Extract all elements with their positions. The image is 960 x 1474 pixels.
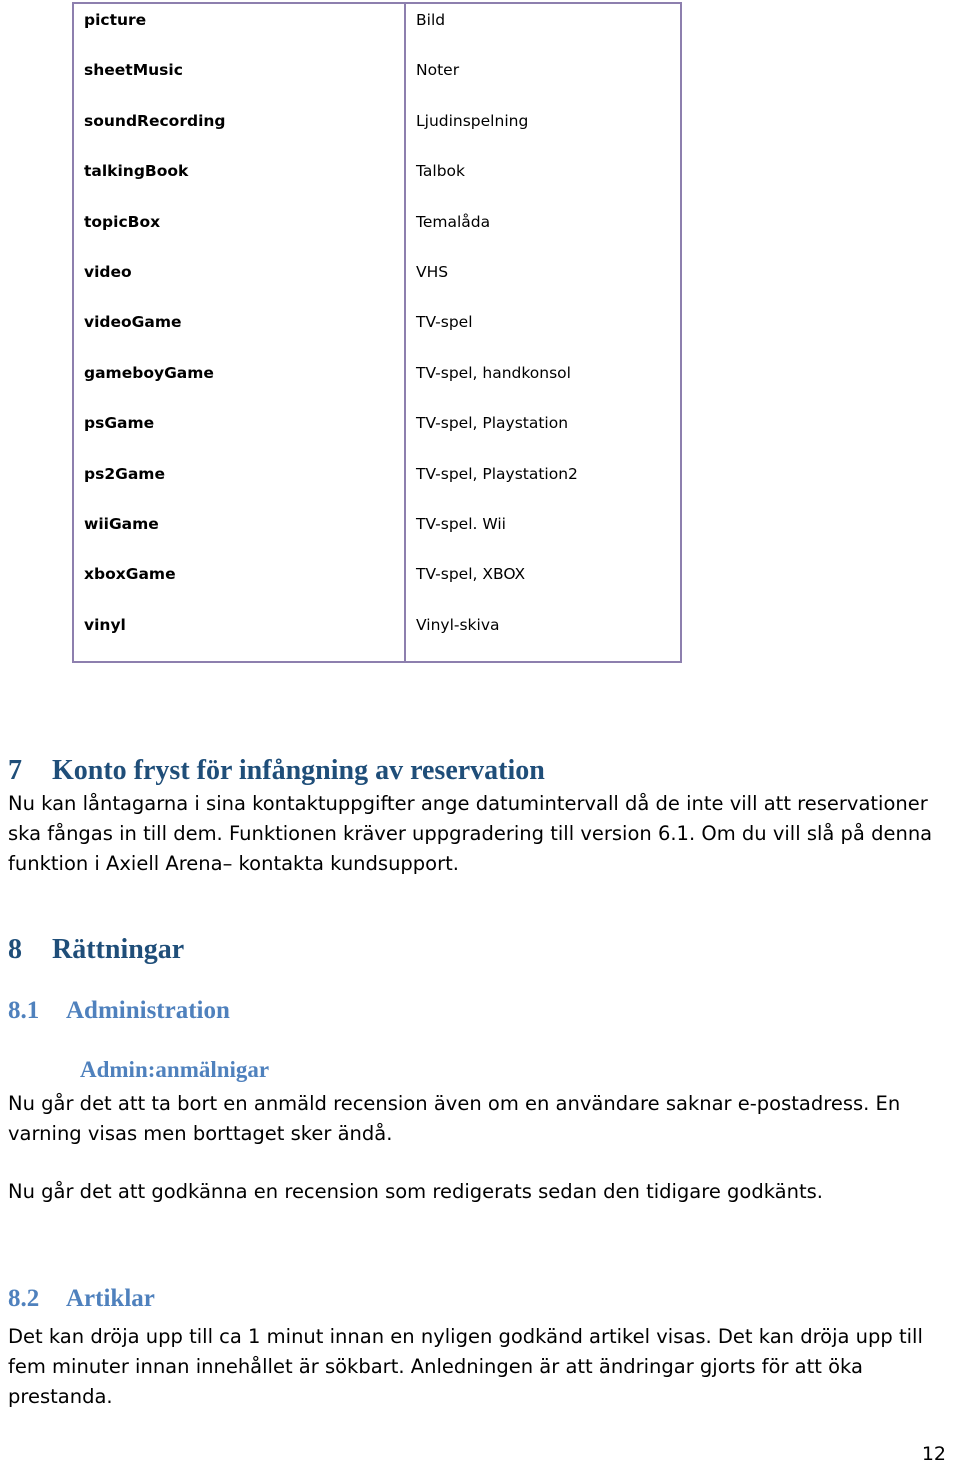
- table-cell-code: psGame: [84, 414, 155, 433]
- paragraph-8-1-second: Nu går det att godkänna en recension som…: [8, 1180, 823, 1203]
- table-cell-label: TV-spel, handkonsol: [416, 363, 571, 382]
- table-cell-code: wiiGame: [84, 514, 159, 533]
- table-row: sheetMusic Noter: [74, 60, 680, 110]
- table-cell-label: TV-spel, XBOX: [416, 565, 526, 584]
- paragraph-8-1-first: Nu går det att ta bort en anmäld recensi…: [8, 1092, 901, 1145]
- table-row: wiiGame TV-spel. Wii: [74, 514, 680, 564]
- table-cell-label: VHS: [416, 262, 449, 281]
- heading-section-7: 7 Konto fryst för infångning av reservati…: [8, 754, 545, 788]
- page-number: 12: [921, 1443, 946, 1465]
- table-row: talkingBook Talbok: [74, 161, 680, 211]
- table-cell-code: soundRecording: [84, 111, 226, 130]
- table-cell-label: Vinyl-skiva: [416, 615, 500, 634]
- table-cell-code: videoGame: [84, 313, 182, 332]
- table-row: psGame TV-spel, Playstation: [74, 413, 680, 463]
- media-type-table: picture Bild sheetMusic Noter soundRecording…: [72, 2, 682, 663]
- table-cell-code: topicBox: [84, 212, 161, 231]
- table-cell-label: Talbok: [416, 162, 466, 181]
- heading-section-8-2: 8.2 Artiklar: [8, 1283, 155, 1314]
- table-cell-label: Ljudinspelning: [416, 111, 529, 130]
- table-cell-label: Bild: [416, 11, 446, 29]
- heading-section-8-1: 8.1 Administration: [8, 995, 230, 1026]
- subheading-admin-anmalnigar: Admin:anmälnigar: [80, 1057, 270, 1082]
- table-row: video VHS: [74, 262, 680, 312]
- table-body: picture Bild sheetMusic Noter soundRecording…: [74, 4, 680, 661]
- heading-section-8: 8 Rättningar: [8, 933, 184, 967]
- table-cell-label: TV-spel, Playstation2: [416, 464, 578, 483]
- table-row: xboxGame TV-spel, XBOX: [74, 564, 680, 614]
- heading-section-7-title: Konto fryst för infångning av reservatio…: [52, 755, 545, 786]
- heading-section-8-number: 8: [8, 934, 22, 965]
- heading-section-8-title: Rättningar: [52, 934, 185, 965]
- table-row: topicBox Temalåda: [74, 212, 680, 262]
- table-cell-label: TV-spel, Playstation: [416, 414, 569, 433]
- table-row: gameboyGame TV-spel, handkonsol: [74, 363, 680, 413]
- table-cell-code: vinyl: [84, 615, 126, 634]
- table-row: videoGame TV-spel: [74, 312, 680, 362]
- table-cell-code: video: [84, 262, 132, 281]
- table-row: ps2Game TV-spel, Playstation2: [74, 464, 680, 514]
- heading-section-8-2-title: Artiklar: [66, 1285, 155, 1312]
- table-cell-code: sheetMusic: [84, 61, 183, 80]
- table-row: vinyl Vinyl-skiva: [74, 615, 680, 665]
- table-cell-label: Noter: [416, 61, 460, 80]
- table-cell-code: xboxGame: [84, 565, 176, 584]
- table-cell-code: gameboyGame: [84, 363, 214, 382]
- table-cell-code: picture: [84, 11, 147, 29]
- table-cell-code: ps2Game: [84, 464, 165, 483]
- table-row: picture Bild: [74, 10, 680, 60]
- table-cell-label: TV-spel. Wii: [416, 514, 506, 533]
- paragraph-section-7: Nu kan låntagarna i sina kontaktuppgifte…: [8, 792, 933, 875]
- table-row: soundRecording Ljudinspelning: [74, 111, 680, 161]
- table-cell-label: TV-spel: [416, 313, 473, 332]
- heading-section-8-1-number: 8.1: [8, 997, 40, 1024]
- table-cell-label: Temalåda: [416, 212, 491, 231]
- table-cell-code: talkingBook: [84, 162, 189, 181]
- heading-section-8-1-title: Administration: [66, 997, 230, 1024]
- heading-section-8-2-number: 8.2: [8, 1285, 40, 1312]
- paragraph-section-8-2: Det kan dröja upp till ca 1 minut innan …: [8, 1325, 923, 1408]
- heading-section-7-number: 7: [8, 755, 22, 786]
